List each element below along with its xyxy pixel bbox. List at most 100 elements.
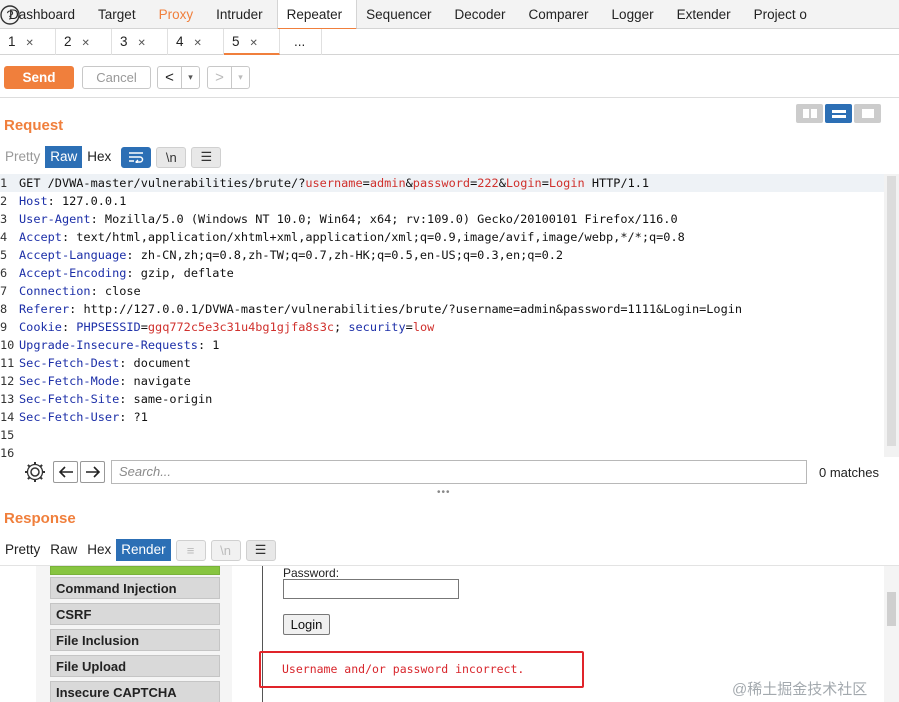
settings-gear-icon[interactable] — [22, 461, 48, 483]
param-token: Login — [548, 176, 585, 190]
header-name: PHPSESSID — [76, 320, 141, 334]
editor-line[interactable]: 5 Accept-Language: zh-CN,zh;q=0.8,zh-TW;q… — [0, 246, 884, 264]
split-drag-handle[interactable]: ••• — [437, 487, 451, 498]
line-number: 1 — [0, 176, 8, 190]
menu-item-active[interactable] — [50, 566, 220, 575]
tab-hex[interactable]: Hex — [82, 146, 116, 168]
repeater-tab-label: 4 — [176, 34, 184, 49]
tab-logger[interactable]: Logger — [603, 0, 668, 29]
request-view-tabs: Pretty Raw Hex \n ☰ — [0, 146, 222, 168]
login-button[interactable]: Login — [283, 614, 330, 635]
search-previous-icon[interactable] — [53, 461, 78, 483]
menu-item-file-inclusion[interactable]: File Inclusion — [50, 629, 220, 651]
history-forward-group: > ▾ — [207, 66, 250, 89]
line-content: Host: 127.0.0.1 — [19, 192, 126, 210]
editor-line[interactable]: 4 Accept: text/html,application/xhtml+xml… — [0, 228, 884, 246]
back-arrow-button[interactable]: < — [158, 67, 182, 88]
close-icon[interactable]: ✕ — [82, 38, 90, 49]
close-icon[interactable]: ✕ — [194, 38, 202, 49]
close-icon[interactable]: ✕ — [138, 38, 146, 49]
tab-sequencer[interactable]: Sequencer — [357, 0, 445, 29]
text-token: : same-origin — [119, 392, 213, 406]
menu-icon[interactable]: ☰ — [191, 146, 222, 168]
tab-hex[interactable]: Hex — [82, 539, 116, 561]
layout-stacked-icon[interactable] — [825, 104, 852, 123]
render-scrollbar[interactable] — [884, 566, 899, 702]
line-content: User-Agent: Mozilla/5.0 (Windows NT 10.0… — [19, 210, 678, 228]
line-number: 14 — [0, 410, 15, 424]
text-token: : Mozilla/5.0 (Windows NT 10.0; Win64; x… — [90, 212, 678, 226]
back-history-dropdown[interactable]: ▾ — [182, 67, 199, 88]
wrap-lines-icon[interactable] — [121, 146, 152, 168]
repeater-tab[interactable]: 1 ✕ — [0, 29, 56, 55]
repeater-tab[interactable]: 4 ✕ — [168, 29, 224, 55]
tab-intruder[interactable]: Intruder — [207, 0, 277, 29]
layout-tabs-icon[interactable] — [854, 104, 881, 123]
tab-target[interactable]: Target — [89, 0, 150, 29]
layout-side-by-side-icon[interactable] — [796, 104, 823, 123]
editor-line[interactable]: 10 Upgrade-Insecure-Requests: 1 — [0, 336, 884, 354]
password-field[interactable] — [283, 579, 459, 599]
text-token: : document — [119, 356, 191, 370]
repeater-tab-new[interactable]: ... — [280, 29, 322, 55]
watermark: @稀土掘金技术社区 — [732, 681, 868, 698]
editor-line[interactable]: 2 Host: 127.0.0.1 — [0, 192, 884, 210]
tab-raw[interactable]: Raw — [45, 146, 83, 168]
tab-pretty[interactable]: Pretty — [0, 539, 45, 561]
request-editor[interactable]: 1 GET /DVWA-master/vulnerabilities/brute/… — [0, 174, 884, 457]
forward-history-dropdown[interactable]: ▾ — [232, 67, 249, 88]
editor-line[interactable]: 14 Sec-Fetch-User: ?1 — [0, 408, 884, 426]
editor-line[interactable]: 12 Sec-Fetch-Mode: navigate — [0, 372, 884, 390]
cancel-button[interactable]: Cancel — [82, 66, 151, 89]
editor-line[interactable]: 15 — [0, 426, 884, 444]
line-number: 9 — [0, 320, 8, 334]
show-newlines-icon[interactable]: \n — [156, 146, 187, 168]
tab-proxy[interactable]: Proxy — [150, 0, 208, 29]
tab-comparer[interactable]: Comparer — [520, 0, 603, 29]
editor-line[interactable]: 13 Sec-Fetch-Site: same-origin — [0, 390, 884, 408]
help-icon[interactable]: ? — [0, 4, 20, 26]
close-icon[interactable]: ✕ — [250, 38, 258, 49]
editor-line[interactable]: 9 Cookie: PHPSESSID=ggq772c5e3c31u4bg1gjf… — [0, 318, 884, 336]
editor-scrollbar[interactable] — [884, 174, 899, 457]
header-name: Upgrade-Insecure-Requests — [19, 338, 198, 352]
header-name: Host — [19, 194, 48, 208]
close-icon[interactable]: ✕ — [26, 38, 34, 49]
editor-line[interactable]: 1 GET /DVWA-master/vulnerabilities/brute/… — [0, 174, 884, 192]
text-token: = — [140, 320, 148, 334]
param-token: password — [412, 176, 471, 190]
menu-item-command-injection[interactable]: Command Injection — [50, 577, 220, 599]
tab-extender[interactable]: Extender — [668, 0, 745, 29]
tab-raw[interactable]: Raw — [45, 539, 82, 561]
editor-line[interactable]: 16 — [0, 444, 884, 457]
repeater-tab[interactable]: 2 ✕ — [56, 29, 112, 55]
header-name: Cookie — [19, 320, 62, 334]
menu-item-file-upload[interactable]: File Upload — [50, 655, 220, 677]
editor-line[interactable]: 3 User-Agent: Mozilla/5.0 (Windows NT 10.… — [0, 210, 884, 228]
tab-render[interactable]: Render — [116, 539, 171, 561]
editor-line[interactable]: 11 Sec-Fetch-Dest: document — [0, 354, 884, 372]
tab-pretty[interactable]: Pretty — [0, 146, 45, 168]
menu-item-csrf[interactable]: CSRF — [50, 603, 220, 625]
search-input[interactable]: Search... — [111, 460, 807, 484]
param-token: ggq772c5e3c31u4bg1gjfa8s3c — [147, 320, 335, 334]
repeater-tab-active[interactable]: 5 ✕ — [224, 29, 280, 55]
text-token: : zh-CN,zh;q=0.8,zh-TW;q=0.7,zh-HK;q=0.5… — [126, 248, 564, 262]
tab-decoder[interactable]: Decoder — [445, 0, 519, 29]
line-number: 2 — [0, 194, 8, 208]
request-title: Request — [4, 117, 64, 134]
editor-line[interactable]: 6 Accept-Encoding: gzip, deflate — [0, 264, 884, 282]
menu-item-insecure-captcha[interactable]: Insecure CAPTCHA — [50, 681, 220, 702]
repeater-tab[interactable]: 3 ✕ — [112, 29, 168, 55]
editor-line[interactable]: 8 Referer: http://127.0.0.1/DVWA-master/v… — [0, 300, 884, 318]
send-button[interactable]: Send — [4, 66, 74, 89]
tab-project-options[interactable]: Project o — [745, 0, 821, 29]
menu-icon[interactable]: ☰ — [245, 539, 276, 561]
search-next-icon[interactable] — [80, 461, 105, 483]
forward-arrow-button[interactable]: > — [208, 67, 232, 88]
header-name: User-Agent — [19, 212, 91, 226]
tab-repeater[interactable]: Repeater — [276, 0, 358, 30]
text-token: : 1 — [197, 338, 220, 352]
header-name: Referer — [19, 302, 70, 316]
editor-line[interactable]: 7 Connection: close — [0, 282, 884, 300]
